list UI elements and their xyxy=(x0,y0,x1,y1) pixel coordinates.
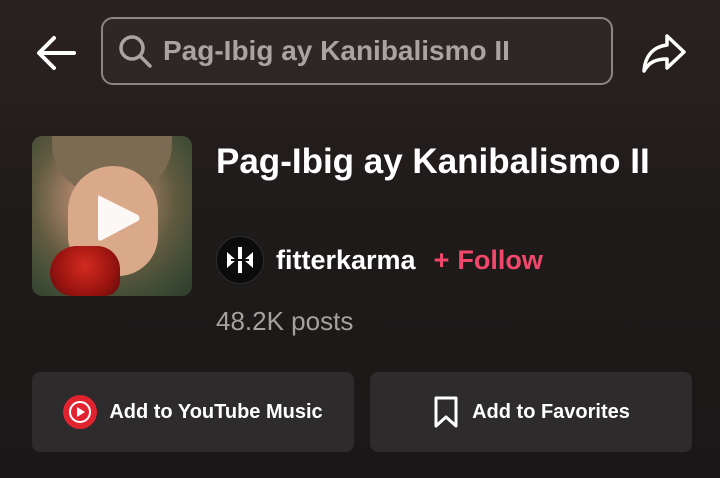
add-to-youtube-music-label: Add to YouTube Music xyxy=(109,400,323,423)
add-to-youtube-music-button[interactable]: Add to YouTube Music xyxy=(32,372,354,452)
search-input[interactable] xyxy=(155,19,611,83)
back-button[interactable] xyxy=(34,30,80,76)
artist-logo-icon xyxy=(227,247,253,273)
cover-art-hands xyxy=(50,246,120,296)
follow-button[interactable]: + Follow xyxy=(434,245,543,276)
search-icon xyxy=(119,35,152,68)
add-to-favorites-button[interactable]: Add to Favorites xyxy=(370,372,692,452)
bookmark-icon xyxy=(434,396,458,428)
plus-icon: + xyxy=(433,244,450,275)
youtube-music-icon xyxy=(63,395,98,429)
search-bar[interactable] xyxy=(101,17,613,85)
play-icon[interactable] xyxy=(94,192,142,244)
follow-label: Follow xyxy=(457,244,543,275)
avatar[interactable] xyxy=(216,236,264,284)
sound-title: Pag-Ibig ay Kanibalismo II xyxy=(216,142,650,181)
artist-name[interactable]: fitterkarma xyxy=(276,245,416,276)
arrow-left-icon xyxy=(37,36,76,70)
share-icon xyxy=(642,34,686,73)
artist-row: fitterkarma + Follow xyxy=(216,236,543,284)
share-button[interactable] xyxy=(640,32,688,76)
add-to-favorites-label: Add to Favorites xyxy=(472,400,630,423)
posts-count: 48.2K posts xyxy=(216,306,354,336)
sound-cover-art[interactable] xyxy=(32,136,192,296)
